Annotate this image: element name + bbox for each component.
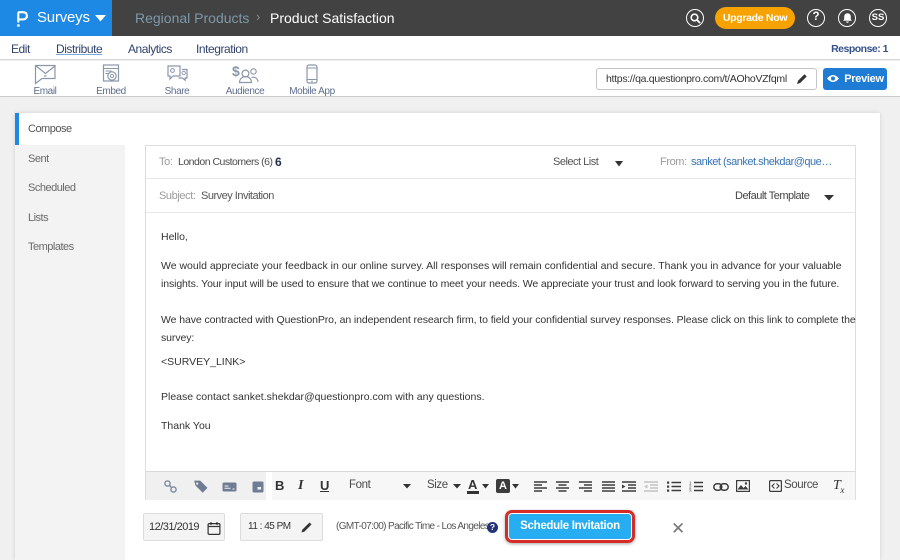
svg-text:$: $: [232, 64, 240, 79]
svg-text:3: 3: [689, 488, 692, 492]
